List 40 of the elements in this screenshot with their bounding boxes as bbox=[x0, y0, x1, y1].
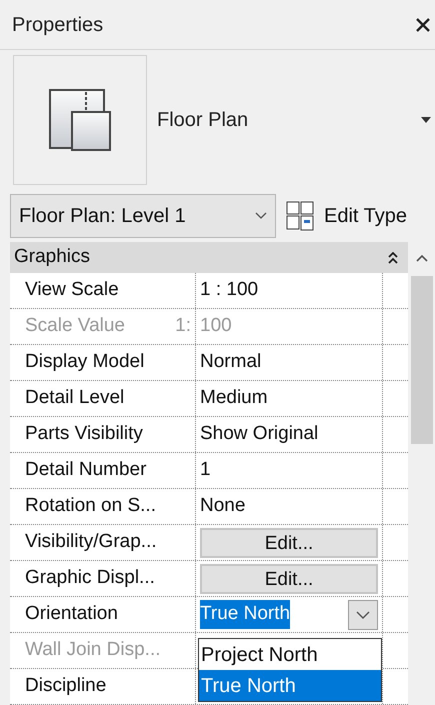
scrollbar-thumb[interactable] bbox=[410, 276, 432, 444]
property-value: Show Original bbox=[200, 422, 318, 446]
dropdown-option[interactable]: True North bbox=[199, 670, 381, 701]
property-label: Wall Join Disp... bbox=[25, 638, 160, 662]
chevron-down-icon bbox=[356, 610, 370, 618]
property-label: View Scale bbox=[25, 278, 119, 302]
orientation-field[interactable]: True North bbox=[200, 600, 290, 629]
close-icon[interactable] bbox=[415, 16, 431, 32]
edit-type-button[interactable]: Edit Type bbox=[286, 201, 408, 231]
property-value: Normal bbox=[200, 350, 262, 374]
instance-select[interactable]: Floor Plan: Level 1 bbox=[10, 194, 276, 238]
panel-title: Properties bbox=[12, 12, 104, 38]
chevron-down-icon bbox=[255, 212, 267, 220]
property-label: Display Model bbox=[25, 350, 144, 374]
type-selector[interactable]: Floor Plan bbox=[0, 50, 435, 190]
property-label-suffix: 1: bbox=[175, 314, 191, 338]
property-value: Medium bbox=[200, 386, 268, 410]
property-label: Graphic Displ... bbox=[25, 566, 155, 590]
property-value: 100 bbox=[200, 314, 232, 338]
property-value: 1 : 100 bbox=[200, 278, 258, 302]
property-label: Parts Visibility bbox=[25, 422, 143, 446]
property-label: Detail Level bbox=[25, 386, 124, 410]
scroll-up-icon[interactable] bbox=[416, 254, 428, 262]
property-value: None bbox=[200, 494, 246, 518]
floor-plan-icon bbox=[48, 88, 112, 152]
dropdown-arrow-icon[interactable] bbox=[421, 117, 431, 123]
property-label: Rotation on S... bbox=[25, 494, 156, 518]
group-header[interactable]: Graphics bbox=[10, 242, 408, 273]
property-label: Detail Number bbox=[25, 458, 146, 482]
dropdown-option[interactable]: Project North bbox=[199, 639, 381, 670]
edit-type-icon bbox=[286, 201, 316, 231]
collapse-icon[interactable] bbox=[388, 252, 398, 264]
edit-button[interactable]: Edit... bbox=[200, 564, 378, 594]
property-label: Scale Value bbox=[25, 314, 125, 338]
property-label: Visibility/Grap... bbox=[25, 530, 157, 554]
property-label: Discipline bbox=[25, 674, 106, 698]
property-value: 1 bbox=[200, 458, 211, 482]
edit-button[interactable]: Edit... bbox=[200, 528, 378, 558]
property-label: Orientation bbox=[25, 602, 118, 626]
type-name: Floor Plan bbox=[157, 108, 250, 133]
